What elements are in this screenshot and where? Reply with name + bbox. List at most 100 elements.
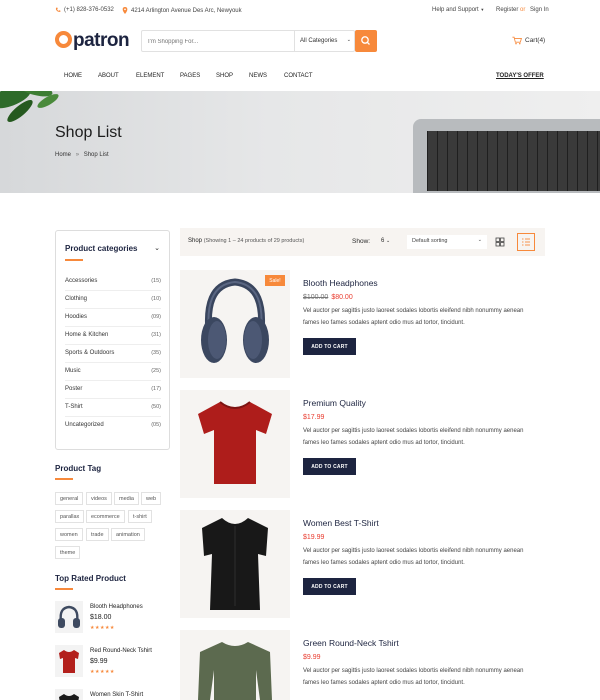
add-to-cart-button[interactable]: ADD TO CART [303,338,356,355]
todays-offer-link[interactable]: TODAY'S OFFER [496,73,544,79]
tag-item[interactable]: t-shirt [128,510,152,523]
result-count: Shop (Showing 1 – 24 products of 29 prod… [188,238,304,244]
tag-item[interactable]: women [55,528,83,541]
product-description: Vel auctor per sagittis justo laoreet so… [303,308,524,326]
category-count: (31) [151,332,161,338]
showing-text: (Showing 1 – 24 products of 29 products) [203,238,305,244]
sort-select[interactable]: Default sorting ⌄ [407,235,487,249]
product-price: $19.99 [303,534,324,541]
product-thumbnail [55,689,83,700]
shop-toolbar: Shop (Showing 1 – 24 products of 29 prod… [180,228,545,256]
nav-item-pages[interactable]: PAGES [180,73,200,79]
shop-label: Shop [188,238,203,244]
product-list-item: Premium Quality $17.99 Vel auctor per sa… [180,390,545,498]
signin-link[interactable]: Sign In [530,7,549,13]
tag-item[interactable]: media [114,492,139,505]
top-bar: (+1) 828-376-0532 4214 Arlington Avenue … [0,0,600,22]
nav-item-contact[interactable]: CONTACT [284,73,313,79]
product-name[interactable]: Blooth Headphones [303,278,378,288]
search-icon [361,36,370,45]
add-to-cart-button[interactable]: ADD TO CART [303,458,356,475]
help-support-dropdown[interactable]: Help and Support ▼ [432,7,484,13]
chevron-down-icon: ⌄ [346,37,351,43]
tag-item[interactable]: animation [111,528,145,541]
product-categories-widget: Product categories ⌄ Accessories (15) Clo… [55,230,170,450]
current-price: $17.99 [303,414,325,421]
phone-contact[interactable]: (+1) 828-376-0532 [55,7,114,13]
product-thumbnail [55,645,83,677]
category-item[interactable]: Sports & Outdoors (35) [65,345,161,363]
chevron-down-icon[interactable]: ⌄ [154,244,160,252]
tag-item[interactable]: theme [55,546,81,559]
category-item[interactable]: Music (25) [65,363,161,381]
product-name: Blooth Headphones [90,604,143,610]
list-view-button[interactable] [517,233,535,251]
product-image[interactable] [180,270,290,378]
search-input[interactable] [148,36,288,48]
tag-item[interactable]: general [55,492,84,505]
category-count: (35) [151,350,161,356]
product-price: $17.99 [303,414,324,421]
category-label: Sports & Outdoors [65,350,115,356]
grid-view-button[interactable] [494,236,506,248]
category-count: (10) [151,296,161,302]
category-select[interactable]: All Categories ⌄ [294,31,356,51]
top-rated-item[interactable]: Red Round-Neck Tshirt $9.99 ★★★★★ [55,645,170,685]
product-name[interactable]: Premium Quality [303,398,366,408]
breadcrumb: Home » Shop List [55,152,109,158]
breadcrumb-separator: » [75,152,80,158]
product-description: Vel auctor per sagittis justo laoreet so… [303,428,524,446]
cart-button[interactable]: Cart(4) [512,36,545,45]
top-rated-item[interactable]: Women Skin T-Shirt [55,689,170,700]
site-logo[interactable]: patron [55,30,130,52]
product-image[interactable] [180,630,290,700]
breadcrumb-home[interactable]: Home [55,152,71,158]
add-to-cart-button[interactable]: ADD TO CART [303,578,356,595]
grid-icon [495,237,505,247]
nav-item-home[interactable]: HOME [64,73,82,79]
keyboard-decoration [427,131,600,191]
headphones-icon [201,278,269,363]
product-tag-title: Product Tag [55,464,102,473]
category-item[interactable]: Poster (17) [65,381,161,399]
main-nav: HOME ABOUT ELEMENT PAGES SHOP NEWS CONTA… [0,66,600,90]
search-bar: All Categories ⌄ [141,30,355,52]
search-button[interactable] [355,30,377,52]
category-label: Hoodies [65,314,88,320]
current-price: $9.99 [303,654,321,661]
chevron-down-icon: ⌄ [477,237,482,243]
category-item[interactable]: Hoodies (09) [65,309,161,327]
logo-text: patron [73,30,130,51]
product-image[interactable] [180,390,290,498]
category-label: Accessories [65,278,98,284]
old-price: $100.00 [303,294,329,301]
tag-item[interactable]: parallax [55,510,85,523]
laptop-decoration [413,119,600,193]
top-rated-item[interactable]: Blooth Headphones $18.00 ★★★★★ [55,601,170,641]
product-name: Women Skin T-Shirt [90,692,144,698]
product-image[interactable] [180,510,290,618]
nav-item-shop[interactable]: SHOP [216,73,233,79]
category-item[interactable]: Home & Kitchen (31) [65,327,161,345]
category-item[interactable]: Clothing (10) [65,291,161,309]
tag-item[interactable]: ecommerce [86,510,125,523]
product-price: $9.99 [90,658,108,665]
current-price: $19.99 [303,534,325,541]
category-count: (50) [151,404,161,410]
category-item[interactable]: T-Shirt (50) [65,399,161,417]
register-link[interactable]: Register [496,7,518,13]
product-price: $18.00 [90,614,112,621]
page-title: Shop List [55,124,122,141]
tag-item[interactable]: videos [86,492,112,505]
per-page-select[interactable]: 6 ⌄ [377,235,397,249]
category-item[interactable]: Accessories (15) [65,273,161,291]
product-name[interactable]: Green Round-Neck Tshirt [303,638,399,648]
category-item[interactable]: Uncategorized (05) [65,417,161,435]
tag-item[interactable]: web [141,492,162,505]
nav-item-about[interactable]: ABOUT [98,73,119,79]
nav-item-element[interactable]: ELEMENT [136,73,164,79]
nav-item-news[interactable]: NEWS [249,73,267,79]
tag-item[interactable]: trade [86,528,109,541]
product-name[interactable]: Women Best T-Shirt [303,518,379,528]
rating-stars: ★★★★★ [90,669,115,675]
